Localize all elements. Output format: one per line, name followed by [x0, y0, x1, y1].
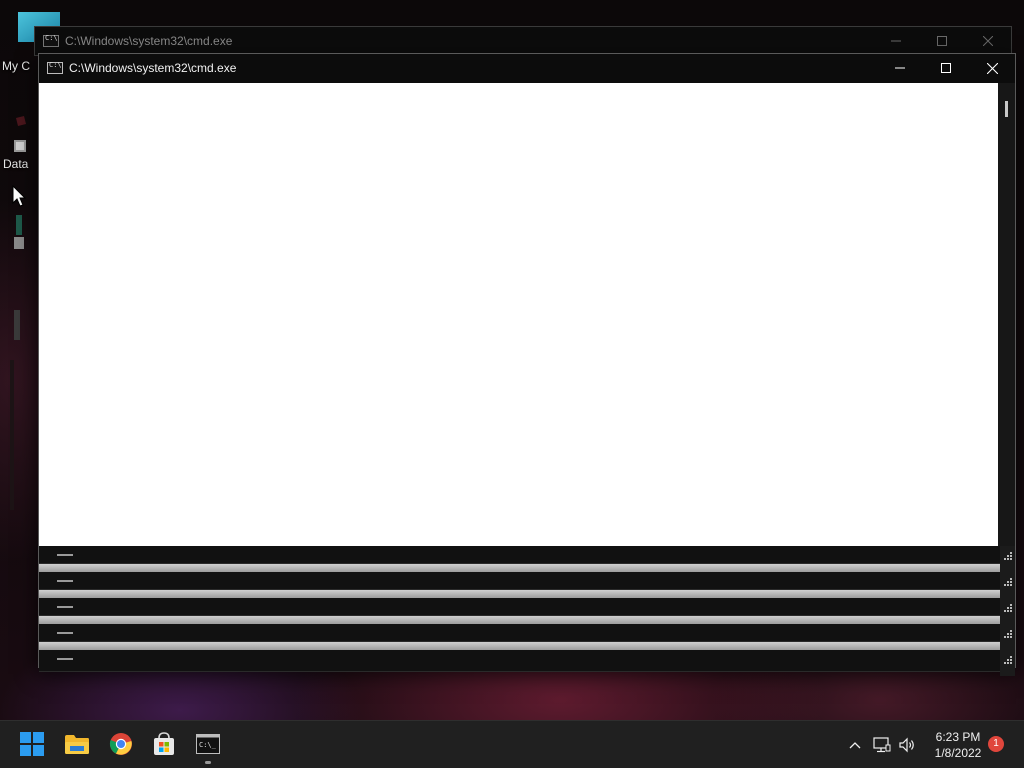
- window-title: C:\Windows\system32\cmd.exe: [69, 61, 237, 75]
- minimize-icon: [57, 580, 73, 582]
- desktop-icon-label: Data: [3, 157, 29, 171]
- close-button[interactable]: [969, 54, 1015, 82]
- desktop-icon-shortcut[interactable]: [0, 215, 34, 285]
- taskbar: C:\_ 6:23 PM 1/8/2022: [0, 720, 1024, 768]
- minimize-icon: [891, 40, 901, 42]
- mouse-pointer-icon: [12, 185, 26, 207]
- taskbar-microsoft-store[interactable]: [149, 729, 179, 759]
- wallpaper-detail: [10, 310, 20, 510]
- desktop-icon-this-pc[interactable]: My C: [0, 10, 60, 80]
- volume-button[interactable]: [896, 721, 918, 768]
- running-indicator: [205, 761, 211, 764]
- cmd-icon: C:\_: [196, 734, 220, 754]
- minimize-button[interactable]: [873, 27, 919, 55]
- cmd-icon: [43, 34, 59, 47]
- resize-grip[interactable]: [1000, 546, 1015, 572]
- minimize-icon: [57, 632, 73, 634]
- windows-start-icon: [20, 732, 44, 756]
- resize-grip[interactable]: [1000, 572, 1015, 598]
- close-button[interactable]: [965, 27, 1011, 55]
- clock[interactable]: 6:23 PM 1/8/2022: [920, 729, 996, 761]
- resize-grip[interactable]: [1000, 650, 1015, 676]
- start-button[interactable]: [17, 729, 47, 759]
- minimize-button[interactable]: [877, 54, 923, 82]
- network-button[interactable]: [871, 721, 893, 768]
- maximize-icon: [937, 36, 947, 46]
- desktop-icon-data[interactable]: Data: [0, 110, 34, 174]
- svg-text:C:\_: C:\_: [199, 741, 217, 749]
- cmd-icon: [47, 61, 63, 74]
- store-icon: [154, 732, 174, 755]
- vertical-scrollbar[interactable]: [998, 83, 1015, 546]
- window-fragment[interactable]: [39, 650, 1015, 676]
- window-fragment[interactable]: [39, 572, 1015, 598]
- resize-grip-icon: [1004, 656, 1012, 664]
- minimize-icon: [895, 67, 905, 69]
- window-fragment[interactable]: [39, 624, 1015, 650]
- close-icon: [983, 36, 993, 46]
- file-thumb-icon: [14, 140, 26, 152]
- maximize-button[interactable]: [919, 27, 965, 55]
- notification-badge[interactable]: 1: [988, 736, 1004, 752]
- minimize-icon: [57, 658, 73, 660]
- resize-grip-icon: [1004, 630, 1012, 638]
- scrollbar-thumb[interactable]: [1005, 101, 1008, 117]
- window-title: C:\Windows\system32\cmd.exe: [65, 34, 233, 48]
- clock-time: 6:23 PM: [935, 730, 981, 744]
- desktop-icon-label: My C: [2, 59, 30, 73]
- cmd-window[interactable]: C:\Windows\system32\cmd.exe: [38, 53, 1016, 676]
- resize-grip-icon: [1004, 604, 1012, 612]
- title-bar[interactable]: C:\Windows\system32\cmd.exe: [35, 27, 1011, 55]
- folder-icon: [65, 735, 89, 754]
- window-fragment[interactable]: [39, 546, 1015, 572]
- resize-grip[interactable]: [1000, 624, 1015, 650]
- resize-grip-icon: [1004, 552, 1012, 560]
- clock-date: 1/8/2022: [934, 746, 982, 760]
- stacked-window-fragments: [39, 546, 1015, 676]
- window-fragment[interactable]: [39, 598, 1015, 624]
- minimize-icon: [57, 554, 73, 556]
- taskbar-chrome[interactable]: [106, 729, 136, 759]
- close-icon: [986, 62, 998, 74]
- show-hidden-icons-button[interactable]: [845, 721, 865, 768]
- minimize-icon: [57, 606, 73, 608]
- shortcut-icon: [14, 215, 24, 249]
- maximize-button[interactable]: [923, 54, 969, 82]
- console-output-area[interactable]: [39, 83, 1000, 546]
- taskbar-command-prompt[interactable]: C:\_: [193, 729, 223, 759]
- maximize-icon: [941, 63, 951, 73]
- resize-grip[interactable]: [1000, 598, 1015, 624]
- cmd-window-background[interactable]: C:\Windows\system32\cmd.exe: [34, 26, 1012, 56]
- taskbar-file-explorer[interactable]: [62, 729, 92, 759]
- network-icon: [873, 737, 891, 753]
- resize-grip-icon: [1004, 578, 1012, 586]
- chrome-icon: [109, 733, 132, 755]
- title-bar[interactable]: C:\Windows\system32\cmd.exe: [39, 54, 1015, 82]
- volume-icon: [899, 737, 914, 753]
- chevron-up-icon: [849, 742, 861, 749]
